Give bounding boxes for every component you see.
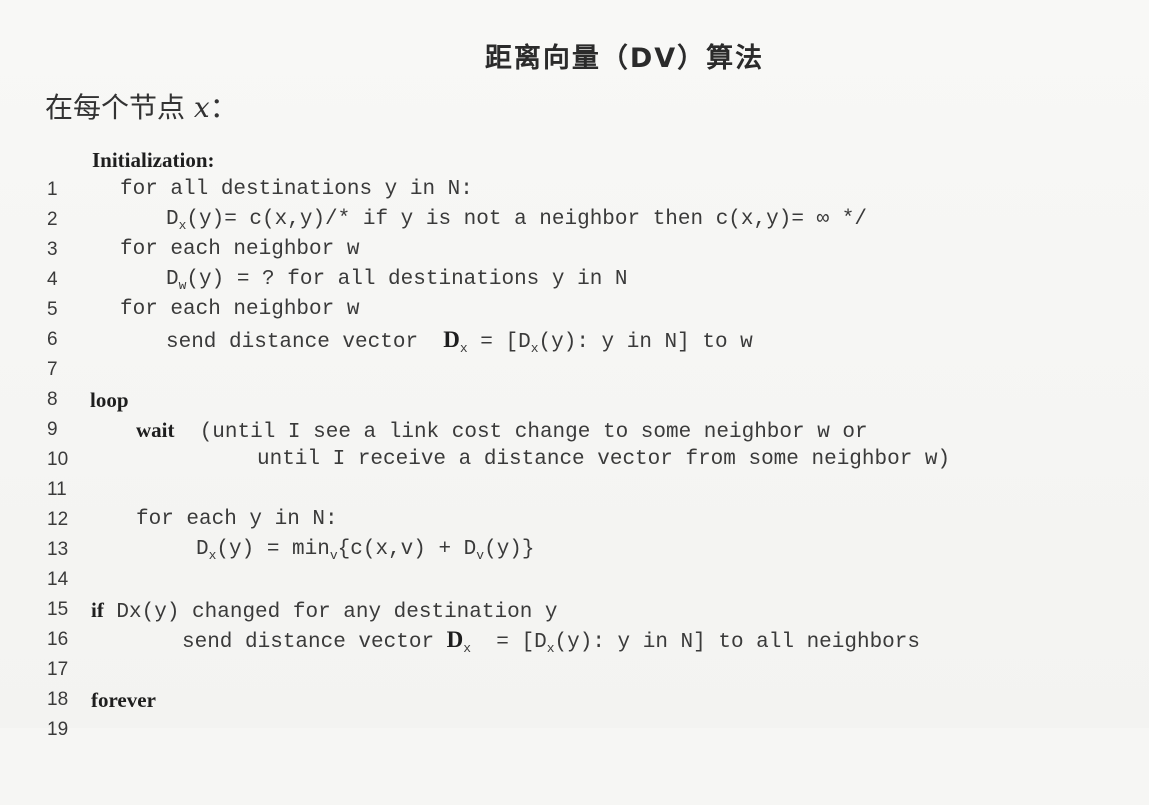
code-line: 6 for each neighbor w	[0, 295, 1149, 350]
code-fragment: (y)}	[484, 538, 535, 561]
keyword: wait	[136, 418, 175, 442]
code-text: for each neighbor w	[120, 298, 360, 321]
code-fragment: (y)= c(x,y)/* if y is not a neighbor the…	[186, 208, 867, 231]
subscript: v	[476, 548, 485, 563]
keyword: loop	[90, 388, 129, 412]
code-line: 7 send distance vector Dx = [Dx(y): y in…	[0, 325, 1149, 380]
subtitle-variable: x	[193, 91, 210, 124]
code-fragment: (y): y in N] to w	[538, 331, 753, 354]
code-text: Dx(y) = minv{c(x,v) + Dv(y)}	[196, 535, 535, 565]
code-fragment: D	[166, 268, 179, 291]
code-line: 17 send distance vector Dx = [Dx(y): y i…	[0, 625, 1149, 680]
vector-symbol: D	[443, 327, 460, 352]
code-line: 12	[0, 475, 1149, 530]
code-line: 16 if Dx(y) changed for any destination …	[0, 595, 1149, 650]
page: 距离向量（DV）算法 在每个节点 x： 1 Initialization: 2 …	[0, 0, 1149, 740]
keyword: forever	[91, 688, 156, 712]
code-line: 2 for all destinations y in N:	[0, 175, 1149, 230]
code-text: until I receive a distance vector from s…	[257, 448, 951, 471]
code-line: 10 wait (until I see a link cost change …	[0, 415, 1149, 470]
code-line: 8	[0, 355, 1149, 410]
code-text: for each y in N:	[136, 508, 338, 531]
code-line: 11 until I receive a distance vector fro…	[0, 445, 1149, 500]
code-fragment: send distance vector	[182, 631, 447, 654]
code-text: for each neighbor w	[120, 238, 360, 261]
code-block: 1 Initialization: 2 for all destinations…	[0, 145, 1149, 740]
code-text: if Dx(y) changed for any destination y	[91, 595, 558, 628]
line-number: 19	[47, 719, 69, 740]
code-text: send distance vector Dx = [Dx(y): y in N…	[166, 325, 753, 358]
code-fragment: (y) = ? for all destinations y in N	[186, 268, 628, 291]
code-fragment: {c(x,v) + D	[337, 538, 477, 561]
subscript: x	[463, 641, 472, 656]
code-fragment: Dx(y) changed for any destination y	[103, 601, 558, 624]
code-text: for all destinations y in N:	[120, 178, 473, 201]
code-line: 4 for each neighbor w	[0, 235, 1149, 290]
algorithm-title: 距离向量（DV）算法	[484, 43, 765, 74]
code-text: send distance vector Dx = [Dx(y): y in N…	[182, 625, 920, 658]
code-fragment: D	[196, 538, 209, 561]
subscript: x	[546, 641, 555, 656]
code-fragment: (until I see a link cost change to some …	[174, 421, 868, 444]
code-fragment: (y) = min	[216, 538, 330, 561]
subscript: x	[530, 341, 539, 356]
vector-symbol: D	[446, 627, 464, 652]
code-line: 18	[0, 655, 1149, 710]
code-line: 15	[0, 565, 1149, 620]
code-fragment: (y): y in N] to all neighbors	[554, 631, 920, 654]
code-text: Dw(y) = ? for all destinations y in N	[166, 265, 628, 295]
subtitle-suffix: ：	[209, 91, 238, 124]
code-fragment: = [D	[471, 631, 547, 654]
subscript: x	[459, 341, 468, 356]
code-text: Dx(y)= c(x,y)/* if y is not a neighbor t…	[166, 205, 867, 235]
code-text: wait (until I see a link cost change to …	[136, 415, 868, 448]
code-line: 14 Dx(y) = minv{c(x,v) + Dv(y)}	[0, 535, 1149, 590]
subtitle-prefix: 在每个节点	[45, 91, 194, 124]
code-line: 9 loop	[0, 385, 1149, 440]
code-fragment: send distance vector	[166, 331, 444, 354]
keyword: Initialization:	[92, 148, 215, 172]
code-line: 13 for each y in N:	[0, 505, 1149, 560]
subtitle: 在每个节点 x：	[45, 86, 238, 126]
keyword: if	[91, 598, 104, 622]
code-fragment: D	[166, 208, 179, 231]
code-line: 1 Initialization:	[0, 145, 1149, 200]
subscript: v	[329, 548, 338, 563]
code-fragment: = [D	[467, 331, 531, 354]
code-line: 5 Dw(y) = ? for all destinations y in N	[0, 265, 1149, 320]
code-line: 3 Dx(y)= c(x,y)/* if y is not a neighbor…	[0, 205, 1149, 260]
code-line: 19 forever	[0, 685, 1149, 740]
